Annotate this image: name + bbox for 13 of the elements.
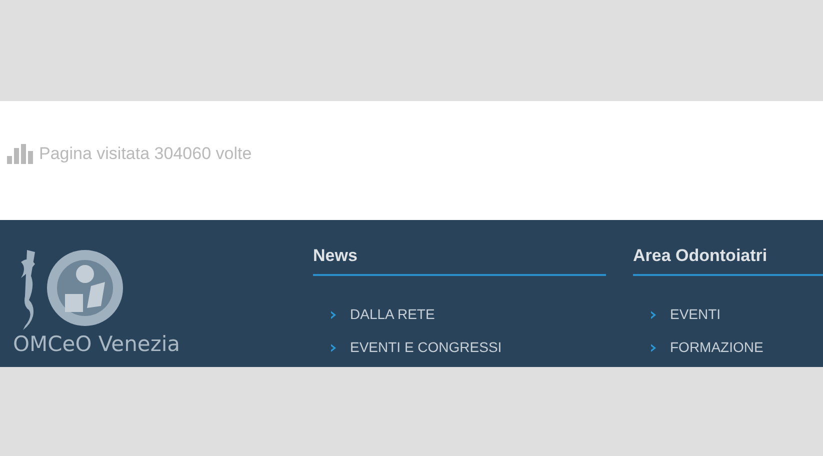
brand-name: OMCeO Venezia bbox=[13, 334, 180, 355]
footer-link[interactable]: EVENTI E CONGRESSI bbox=[350, 337, 502, 358]
footer-link[interactable]: EVENTI bbox=[670, 304, 721, 326]
chevron-icon bbox=[331, 344, 336, 352]
chevron-icon bbox=[331, 310, 336, 319]
footer-link[interactable]: FORMAZIONE bbox=[670, 337, 764, 358]
column-heading: Area Odontoiatri bbox=[633, 246, 823, 276]
visit-counter-text: Pagina visitata 304060 volte bbox=[39, 143, 252, 165]
bar-chart-icon bbox=[7, 144, 35, 164]
footer-link[interactable]: DALLA RETE bbox=[350, 304, 435, 326]
chevron-icon bbox=[651, 344, 656, 352]
column-heading: News bbox=[313, 246, 606, 276]
chevron-icon bbox=[651, 310, 656, 319]
